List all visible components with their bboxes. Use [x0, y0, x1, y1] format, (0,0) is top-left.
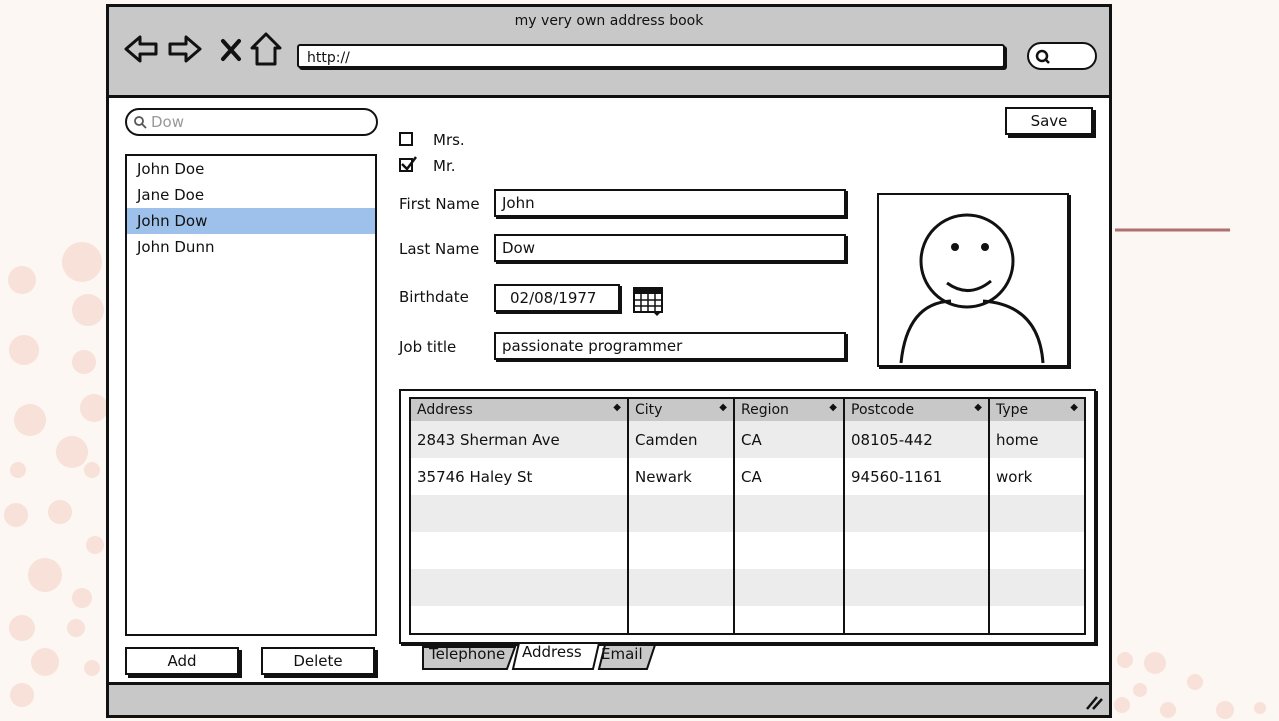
sort-icon: ◆ — [974, 402, 982, 413]
add-button[interactable]: Add — [125, 647, 239, 675]
table-row[interactable]: 2843 Sherman Ave Camden CA 08105-442 hom… — [411, 421, 1084, 458]
home-icon[interactable] — [249, 31, 283, 71]
table-cell — [628, 495, 735, 532]
last-name-field[interactable]: Dow — [494, 234, 846, 262]
table-cell: home — [989, 421, 1084, 458]
column-header-address[interactable]: Address ◆ — [411, 399, 629, 421]
resize-grip-icon[interactable] — [1083, 693, 1103, 711]
sort-icon: ◆ — [719, 402, 727, 413]
contact-item[interactable]: John Dunn — [127, 234, 375, 260]
table-cell — [734, 569, 845, 606]
table-row[interactable]: 35746 Haley St Newark CA 94560-1161 work — [411, 458, 1084, 495]
table-cell — [844, 532, 990, 569]
table-cell — [734, 495, 845, 532]
stop-x-icon[interactable] — [219, 37, 243, 67]
calendar-icon[interactable] — [633, 285, 665, 321]
sort-icon: ◆ — [1070, 402, 1078, 413]
browser-search-field[interactable] — [1027, 42, 1097, 70]
mr-checkbox[interactable] — [399, 156, 417, 172]
table-cell — [989, 606, 1084, 633]
forward-arrow-icon[interactable] — [167, 33, 203, 69]
status-bar — [109, 682, 1109, 715]
table-cell: CA — [734, 458, 845, 495]
contact-search-input[interactable]: Dow — [125, 108, 378, 136]
column-header-city[interactable]: City ◆ — [628, 399, 735, 421]
table-row[interactable] — [411, 495, 1084, 532]
table-cell — [844, 495, 990, 532]
delete-button[interactable]: Delete — [261, 647, 375, 675]
window-title: my very own address book — [514, 13, 704, 29]
save-button[interactable]: Save — [1005, 107, 1093, 135]
browser-titlebar: my very own address book http:// — [109, 7, 1109, 98]
contact-photo[interactable] — [877, 193, 1069, 367]
first-name-field[interactable]: John — [494, 189, 846, 217]
browser-window: my very own address book http:// Dow Joh… — [106, 4, 1112, 718]
birthdate-label: Birthdate — [399, 288, 469, 306]
table-cell — [844, 569, 990, 606]
table-cell — [989, 532, 1084, 569]
table-cell: 08105-442 — [844, 421, 990, 458]
url-field[interactable]: http:// — [297, 44, 1005, 68]
table-cell: 35746 Haley St — [411, 458, 629, 495]
table-row[interactable] — [411, 606, 1084, 633]
tab-telephone[interactable]: Telephone — [429, 643, 505, 667]
job-title-label: Job title — [399, 338, 457, 356]
table-cell — [411, 606, 629, 633]
table-cell: Camden — [628, 421, 735, 458]
back-arrow-icon[interactable] — [123, 33, 159, 69]
address-panel: Address ◆ City ◆ Region ◆ Postcode ◆ Type ◆ 2… — [399, 389, 1096, 644]
column-header-region[interactable]: Region ◆ — [734, 399, 845, 421]
mr-label: Mr. — [433, 157, 456, 175]
search-icon — [134, 116, 147, 129]
table-cell — [734, 532, 845, 569]
contact-item[interactable]: Jane Doe — [127, 182, 375, 208]
sort-icon: ◆ — [829, 402, 837, 413]
table-cell: CA — [734, 421, 845, 458]
table-cell — [844, 606, 990, 633]
table-cell — [628, 606, 735, 633]
last-name-label: Last Name — [399, 240, 480, 258]
table-cell: 2843 Sherman Ave — [411, 421, 629, 458]
table-cell — [411, 532, 629, 569]
table-cell — [989, 495, 1084, 532]
address-table: Address ◆ City ◆ Region ◆ Postcode ◆ Type ◆ 2… — [409, 397, 1086, 635]
job-title-field[interactable]: passionate programmer — [494, 332, 846, 360]
search-value: Dow — [151, 113, 184, 131]
avatar-icon — [899, 213, 1045, 364]
table-cell — [989, 569, 1084, 606]
table-cell — [411, 569, 629, 606]
table-cell — [628, 532, 735, 569]
table-row[interactable] — [411, 569, 1084, 606]
mrs-checkbox[interactable] — [399, 132, 413, 146]
sort-icon: ◆ — [613, 402, 621, 413]
first-name-label: First Name — [399, 195, 480, 213]
table-cell — [411, 495, 629, 532]
birthdate-field[interactable]: 02/08/1977 — [494, 284, 620, 312]
contact-item-selected[interactable]: John Dow — [127, 208, 375, 234]
table-cell: 94560-1161 — [844, 458, 990, 495]
contact-list: John Doe Jane Doe John Dow John Dunn — [125, 154, 377, 636]
tab-email[interactable]: Email — [601, 643, 643, 667]
table-cell — [628, 569, 735, 606]
table-row[interactable] — [411, 532, 1084, 569]
column-header-postcode[interactable]: Postcode ◆ — [844, 399, 990, 421]
column-header-type[interactable]: Type ◆ — [989, 399, 1084, 421]
table-cell: work — [989, 458, 1084, 495]
checkmark-icon — [401, 156, 417, 171]
table-cell: Newark — [628, 458, 735, 495]
table-cell — [734, 606, 845, 633]
mrs-label: Mrs. — [433, 131, 465, 149]
tab-address[interactable]: Address — [522, 641, 582, 665]
contact-item[interactable]: John Doe — [127, 156, 375, 182]
search-icon — [1035, 49, 1050, 64]
